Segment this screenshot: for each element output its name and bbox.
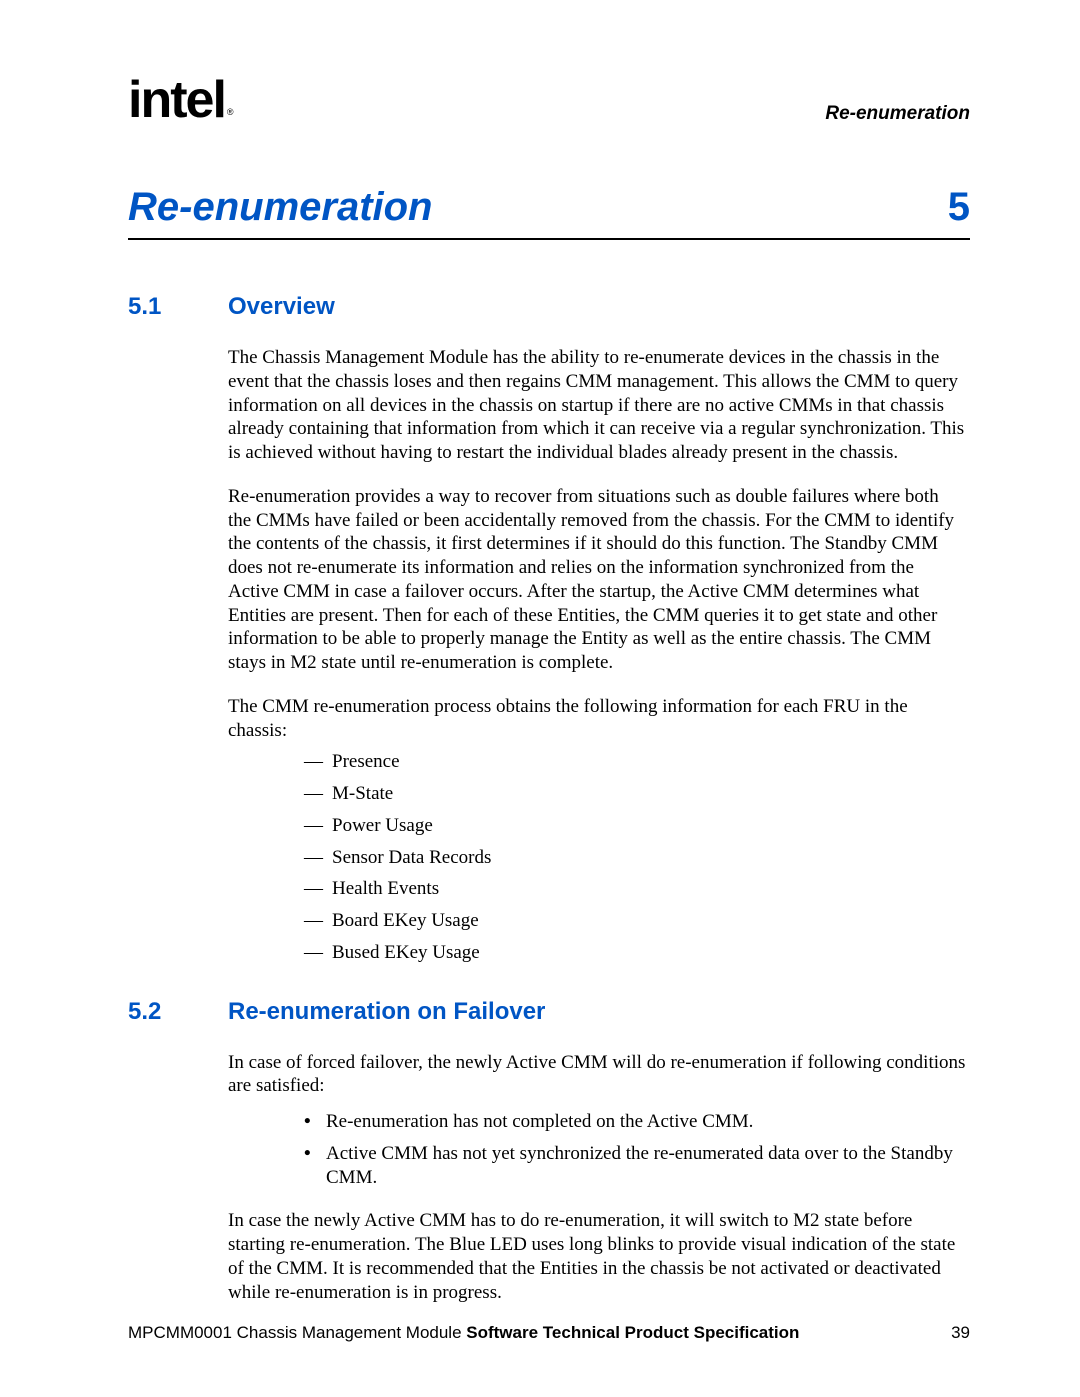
section-5-2-body: In case of forced failover, the newly Ac… <box>228 1051 966 1305</box>
paragraph: In case of forced failover, the newly Ac… <box>228 1051 966 1099</box>
list-item: Active CMM has not yet synchronized the … <box>304 1142 966 1190</box>
registered-icon: ® <box>227 107 234 117</box>
list-item: Sensor Data Records <box>304 846 966 870</box>
chapter-heading: Re-enumeration 5 <box>128 182 970 240</box>
chapter-number: 5 <box>948 182 970 232</box>
list-item: Power Usage <box>304 814 966 838</box>
footer-bold: Software Technical Product Specification <box>466 1323 799 1342</box>
chapter-title: Re-enumeration <box>128 182 433 232</box>
paragraph: In case the newly Active CMM has to do r… <box>228 1209 966 1304</box>
logo-text: intel <box>128 71 225 129</box>
list-item: Board EKey Usage <box>304 909 966 933</box>
conditions-list: Re-enumeration has not completed on the … <box>264 1110 966 1189</box>
intel-logo: intel® <box>128 74 234 126</box>
paragraph: Re-enumeration provides a way to recover… <box>228 485 966 675</box>
list-item: M-State <box>304 782 966 806</box>
section-5-1-heading: 5.1 Overview <box>128 292 970 322</box>
list-item: Bused EKey Usage <box>304 941 966 965</box>
section-number: 5.2 <box>128 997 174 1027</box>
list-item: Health Events <box>304 877 966 901</box>
section-number: 5.1 <box>128 292 174 322</box>
header-section-tag: Re-enumeration <box>825 102 970 126</box>
paragraph: The CMM re-enumeration process obtains t… <box>228 695 966 743</box>
footer-doc-title: MPCMM0001 Chassis Management Module Soft… <box>128 1322 799 1343</box>
list-item: Presence <box>304 750 966 774</box>
section-5-1-body: The Chassis Management Module has the ab… <box>228 346 966 965</box>
section-5-2-heading: 5.2 Re-enumeration on Failover <box>128 997 970 1027</box>
footer-plain: MPCMM0001 Chassis Management Module <box>128 1323 466 1342</box>
section-title: Re-enumeration on Failover <box>228 997 545 1027</box>
page-number: 39 <box>951 1322 970 1343</box>
fru-info-list: Presence M-State Power Usage Sensor Data… <box>264 750 966 964</box>
page: intel® Re-enumeration Re-enumeration 5 5… <box>0 0 1080 1397</box>
paragraph: The Chassis Management Module has the ab… <box>228 346 966 465</box>
page-header: intel® Re-enumeration <box>128 68 970 126</box>
list-item: Re-enumeration has not completed on the … <box>304 1110 966 1134</box>
page-footer: MPCMM0001 Chassis Management Module Soft… <box>128 1322 970 1343</box>
section-title: Overview <box>228 292 335 322</box>
